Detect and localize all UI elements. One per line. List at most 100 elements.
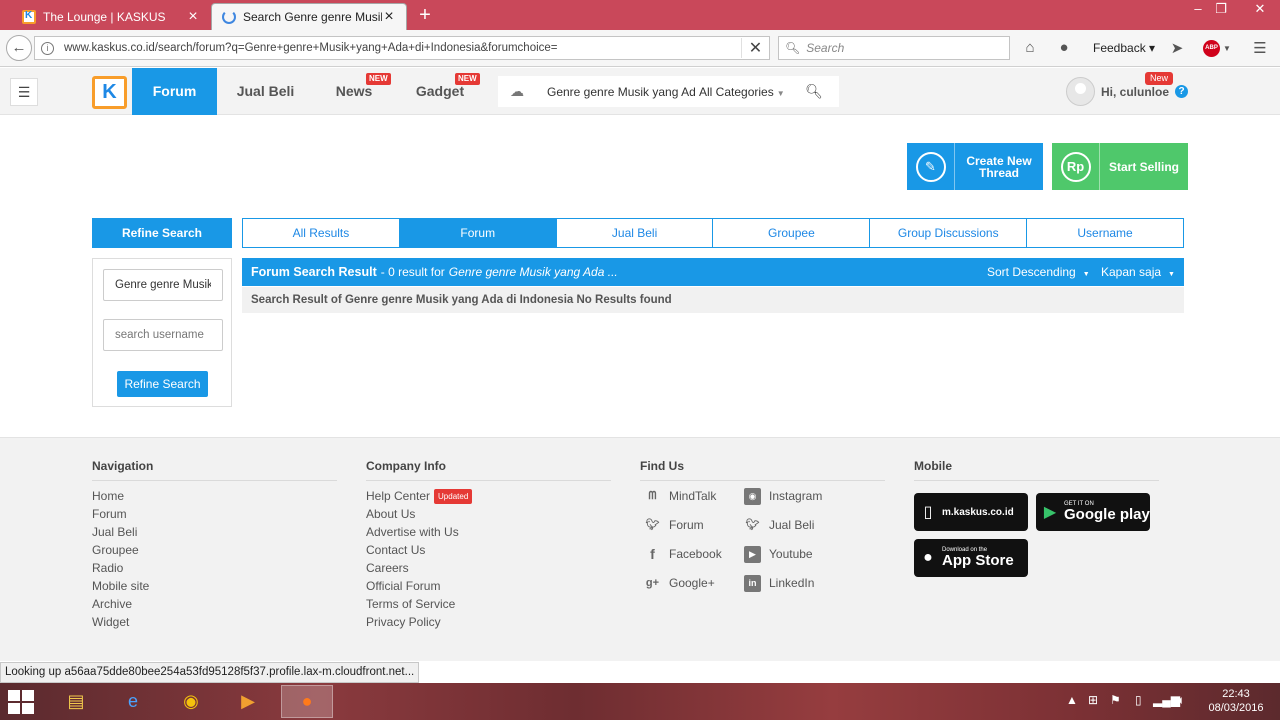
nav-forum[interactable]: Forum [132, 68, 217, 115]
footer: Navigation Home Forum Jual Beli Groupee … [0, 437, 1280, 661]
menu-icon[interactable]: ☰ [1250, 39, 1270, 59]
window-close-icon[interactable]: ✕ [1243, 0, 1277, 20]
media-player-icon[interactable]: ▶ [222, 685, 274, 718]
footer-link[interactable]: Contact Us [366, 541, 611, 559]
tab-forum[interactable]: Forum [399, 219, 557, 247]
social-googleplus[interactable]: g+ Google+ [644, 574, 715, 592]
footer-find-us: Find Us ᗰ MindTalk ◉ Instagram 🐦︎ Forum 🐦︎ J… [640, 459, 885, 607]
footer-link[interactable]: Careers [366, 559, 611, 577]
help-icon[interactable]: ? [1175, 85, 1188, 98]
social-linkedin[interactable]: in LinkedIn [744, 574, 814, 592]
footer-link[interactable]: Privacy Policy [366, 613, 611, 631]
sort-dropdown[interactable]: Sort Descending ▼ [987, 258, 1090, 286]
mindtalk-icon: ᗰ [648, 489, 657, 502]
google-play-button[interactable]: ▶ GET IT ON Google play [1036, 493, 1150, 531]
file-explorer-icon[interactable]: ▤ [50, 685, 102, 718]
kaskus-logo[interactable]: K [92, 76, 127, 109]
footer-link[interactable]: Mobile site [92, 577, 337, 595]
nav-jual-beli[interactable]: Jual Beli [222, 68, 309, 115]
nav-news[interactable]: News NEW [318, 68, 391, 115]
signal-icon[interactable]: ▂▄▆ [1153, 693, 1180, 707]
footer-link[interactable]: About Us [366, 505, 611, 523]
new-badge: NEW [455, 73, 480, 85]
site-search-input[interactable]: Genre genre Musik yang Ada [536, 85, 696, 99]
send-icon[interactable]: ➤ [1168, 39, 1186, 59]
notification-new-badge: New [1145, 72, 1174, 85]
volume-icon[interactable]: 🔈︎ [1178, 693, 1185, 708]
browser-tab-lounge[interactable]: The Lounge | KASKUS × [12, 3, 210, 30]
url-text[interactable]: www.kaskus.co.id/search/forum?q=Genre+ge… [64, 42, 741, 54]
footer-link[interactable]: Radio [92, 559, 337, 577]
address-bar[interactable]: i www.kaskus.co.id/search/forum?q=Genre+… [34, 36, 770, 60]
pencil-icon: ✎ [907, 143, 955, 190]
back-button[interactable]: ← [6, 35, 32, 61]
browser-tab-search[interactable]: Search Genre genre Musik... × [211, 3, 407, 30]
tray-expand-icon[interactable]: ▲ [1066, 693, 1078, 707]
chat-icon[interactable]: ● [1055, 39, 1073, 59]
taskbar-clock[interactable]: 22:43 08/03/2016 [1204, 687, 1268, 715]
keyword-input[interactable] [103, 269, 223, 301]
footer-link[interactable]: Help Center Updated [366, 487, 611, 505]
new-badge: NEW [366, 73, 391, 85]
footer-link[interactable]: Archive [92, 595, 337, 613]
stop-icon[interactable]: ✕ [741, 38, 769, 58]
footer-link[interactable]: Groupee [92, 541, 337, 559]
tab-group-discussions[interactable]: Group Discussions [870, 219, 1028, 247]
home-icon[interactable]: ⌂ [1021, 39, 1039, 59]
close-icon[interactable]: × [186, 8, 200, 24]
chevron-down-icon[interactable]: ▼ [1222, 44, 1232, 64]
footer-link[interactable]: Official Forum [366, 577, 611, 595]
user-greeting[interactable]: Hi, culunloe [1101, 85, 1169, 99]
chevron-down-icon: ▼ [776, 88, 785, 98]
footer-link[interactable]: Widget [92, 613, 337, 631]
facebook-icon: f [650, 545, 655, 562]
create-thread-button[interactable]: ✎ Create New Thread [907, 143, 1043, 190]
social-facebook[interactable]: f Facebook [644, 545, 722, 563]
tab-all-results[interactable]: All Results [243, 219, 400, 247]
refine-search-button[interactable]: Refine Search [117, 371, 208, 397]
close-icon[interactable]: × [382, 9, 396, 25]
category-select[interactable]: All Categories ▼ [696, 85, 794, 99]
social-instagram[interactable]: ◉ Instagram [744, 487, 822, 505]
social-youtube[interactable]: ▶ Youtube [744, 545, 813, 563]
social-mindtalk[interactable]: ᗰ MindTalk [644, 487, 717, 505]
social-twitter-forum[interactable]: 🐦︎ Forum [644, 516, 704, 534]
internet-explorer-icon[interactable]: e [107, 685, 159, 718]
tab-groupee[interactable]: Groupee [713, 219, 871, 247]
tab-jual-beli[interactable]: Jual Beli [557, 219, 714, 247]
new-tab-button[interactable]: + [414, 4, 436, 26]
nav-gadget[interactable]: Gadget NEW [400, 68, 480, 115]
start-selling-button[interactable]: Rp Start Selling [1052, 143, 1188, 190]
adblock-icon[interactable]: ABP [1203, 40, 1220, 57]
updated-badge: Updated [434, 489, 473, 504]
loading-spinner-icon [222, 10, 236, 24]
app-store-button[interactable]: ● Download on the App Store [914, 539, 1028, 577]
battery-icon[interactable]: ▯ [1135, 693, 1142, 707]
footer-link[interactable]: Forum [92, 505, 337, 523]
footer-heading: Navigation [92, 459, 337, 481]
results-message: Search Result of Genre genre Musik yang … [242, 287, 1184, 313]
chrome-icon[interactable]: ◉ [165, 685, 217, 718]
footer-link[interactable]: Terms of Service [366, 595, 611, 613]
footer-link[interactable]: Home [92, 487, 337, 505]
social-twitter-jual-beli[interactable]: 🐦︎ Jual Beli [744, 516, 815, 534]
firefox-icon[interactable]: ● [281, 685, 333, 718]
hamburger-menu-icon[interactable]: ☰ [10, 78, 38, 106]
feedback-button[interactable]: Feedback ▾ [1093, 41, 1155, 55]
tab-username[interactable]: Username [1027, 219, 1183, 247]
footer-link[interactable]: Jual Beli [92, 523, 337, 541]
search-icon[interactable]: 🔍︎ [794, 83, 834, 100]
username-input[interactable] [103, 319, 223, 351]
windows-tray-icon[interactable]: ⊞ [1088, 693, 1098, 707]
footer-link-label: Help Center [366, 489, 431, 503]
info-icon[interactable]: i [41, 41, 54, 55]
mobile-site-button[interactable]: ▯ m.kaskus.co.id [914, 493, 1028, 531]
nav-label: Jual Beli [236, 83, 295, 99]
flag-icon[interactable]: ⚑ [1110, 693, 1121, 707]
browser-search-input[interactable]: 🔍︎ Search [778, 36, 1010, 60]
restore-icon[interactable]: ❐ [1207, 0, 1235, 20]
windows-start-icon[interactable] [8, 690, 34, 714]
time-filter-dropdown[interactable]: Kapan saja ▼ [1101, 258, 1175, 286]
footer-link[interactable]: Advertise with Us [366, 523, 611, 541]
avatar[interactable] [1066, 77, 1095, 106]
